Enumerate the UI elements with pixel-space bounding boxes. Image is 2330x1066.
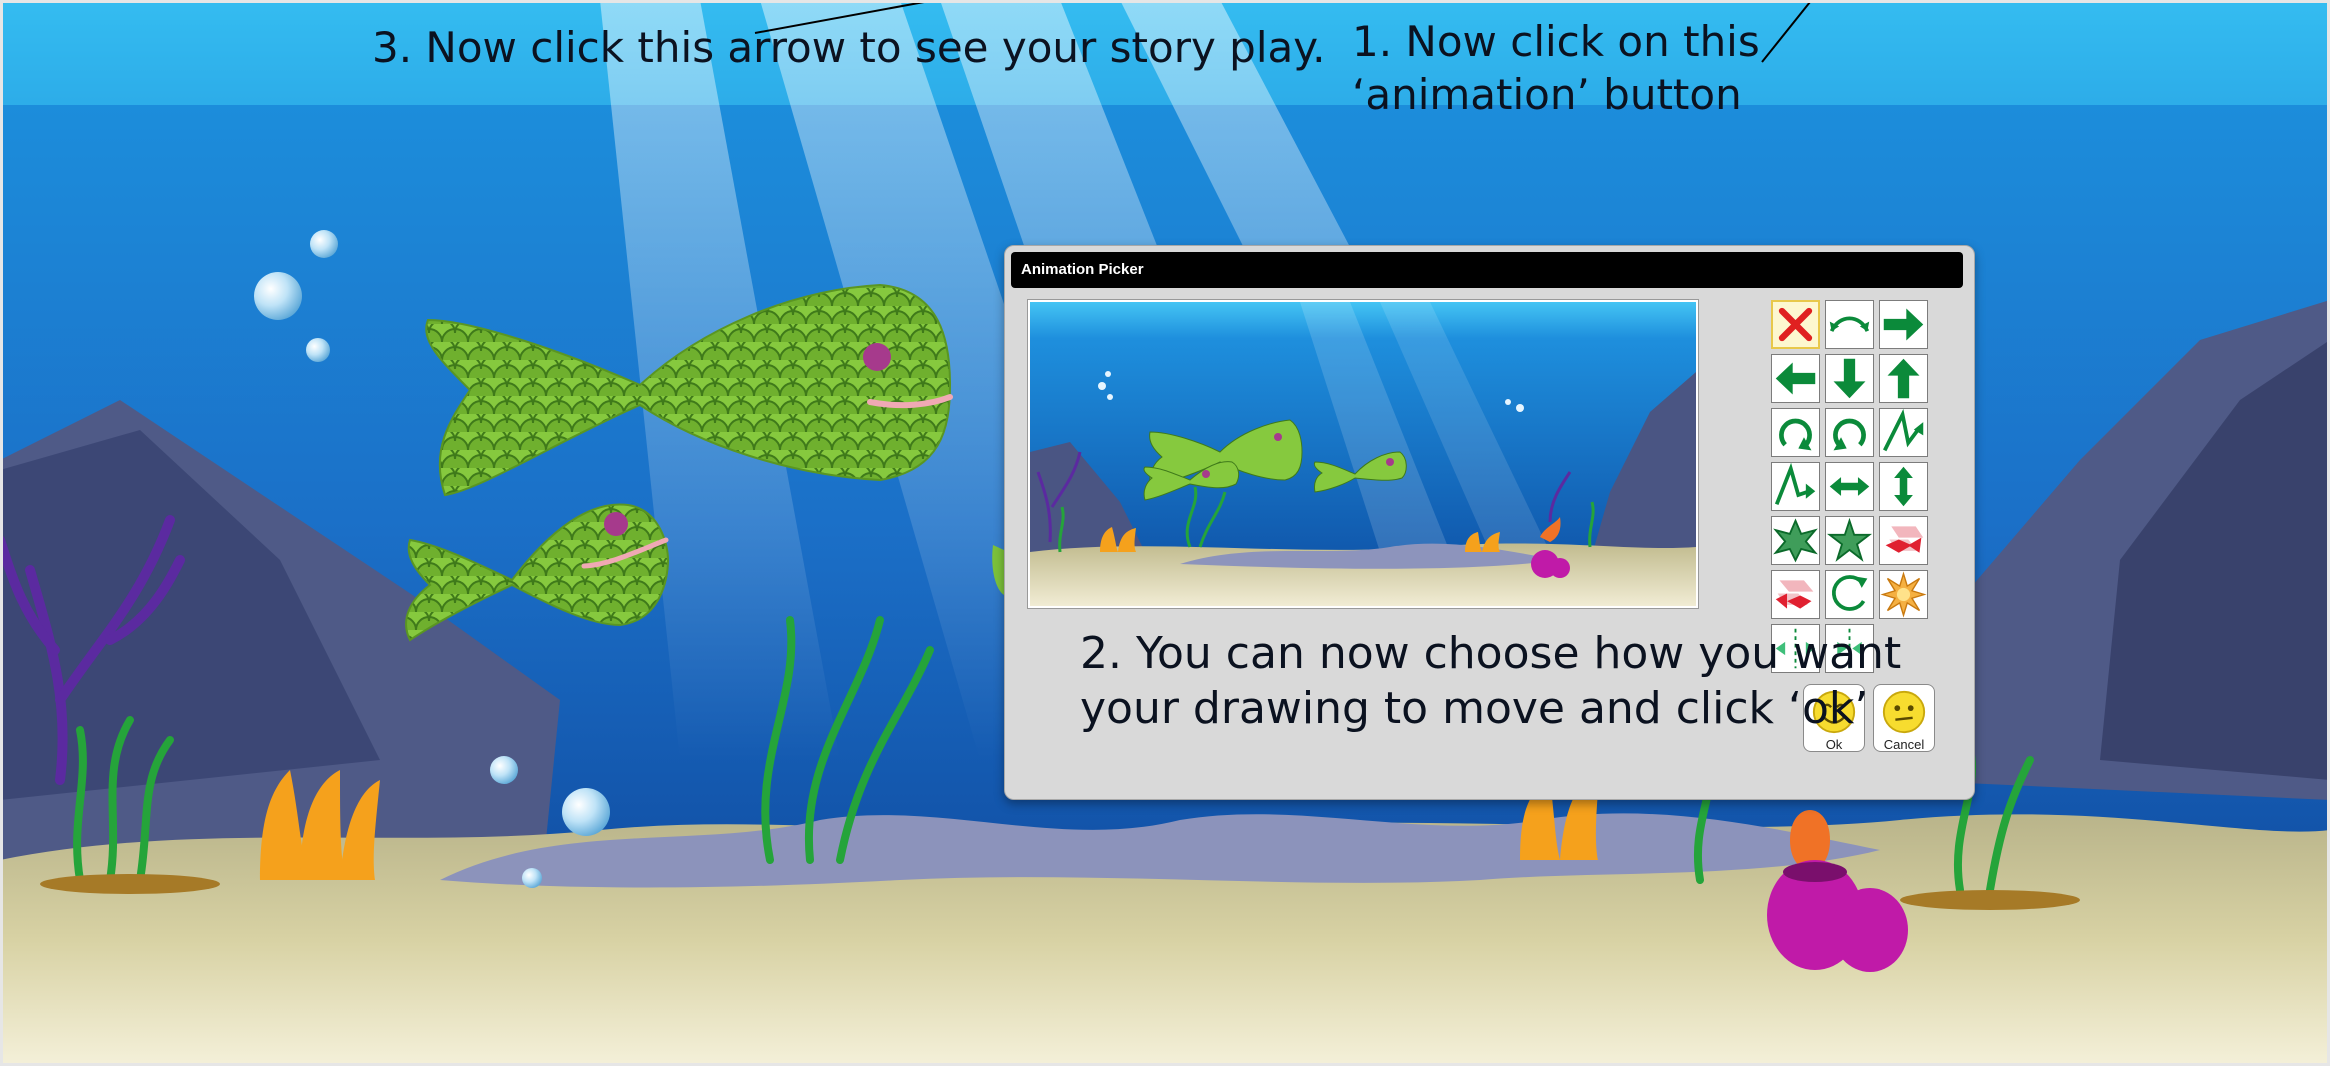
vertical-bounce-icon: [1894, 466, 1913, 507]
fly-in-icon: [1885, 526, 1924, 553]
arc-animation-button[interactable]: [1825, 300, 1874, 349]
step3-callout: 3. Now click this arrow to see your stor…: [372, 23, 1326, 72]
zigzag-left-icon: [1774, 463, 1816, 506]
step1-callout: 1. Now click on this ‘animation’ button: [1352, 16, 1760, 121]
fly-in-button[interactable]: [1879, 516, 1928, 565]
step2-callout-line1: 2. You can now choose how you want: [1080, 628, 1902, 679]
horizontal-bounce-icon: [1829, 477, 1870, 496]
dialog-title: Animation Picker: [1011, 252, 1963, 288]
move-up-button[interactable]: [1879, 354, 1928, 403]
move-down-button[interactable]: [1825, 354, 1874, 403]
arc-arrow-icon: [1829, 316, 1870, 333]
arrow-up-icon: [1887, 358, 1920, 399]
spin-star-button[interactable]: [1771, 516, 1820, 565]
fly-out-icon: [1775, 580, 1814, 609]
move-left-button[interactable]: [1771, 354, 1820, 403]
explode-animation-button[interactable]: [1879, 570, 1928, 619]
no-animation-button[interactable]: [1771, 300, 1820, 349]
horizontal-bounce-button[interactable]: [1825, 462, 1874, 511]
circle-animation-button[interactable]: [1825, 570, 1874, 619]
zigzag-right-button[interactable]: [1879, 408, 1928, 457]
fly-out-button[interactable]: [1771, 570, 1820, 619]
arrow-left-icon: [1775, 362, 1816, 395]
step1-callout-line2: ‘animation’ button: [1352, 69, 1742, 119]
red-x-icon: [1778, 307, 1813, 342]
arrow-down-icon: [1833, 358, 1866, 399]
step1-callout-line1: 1. Now click on this: [1352, 17, 1760, 66]
zigzag-left-button[interactable]: [1771, 462, 1820, 511]
grow-star-button[interactable]: [1825, 516, 1874, 565]
step2-callout-line2: your drawing to move and click ‘ok’: [1080, 683, 1869, 734]
circle-arrow-icon: [1831, 575, 1868, 611]
rotate-counterclockwise-icon: [1833, 418, 1866, 451]
scene-preview: [1028, 300, 1698, 608]
arrow-right-icon: [1883, 308, 1924, 341]
cancel-label: Cancel: [1883, 737, 1925, 752]
rotate-counterclockwise-button[interactable]: [1825, 408, 1874, 457]
vertical-bounce-button[interactable]: [1879, 462, 1928, 511]
rotate-clockwise-icon: [1779, 418, 1812, 451]
ok-label: Ok: [1825, 737, 1843, 752]
move-right-button[interactable]: [1879, 300, 1928, 349]
zigzag-right-icon: [1883, 409, 1924, 452]
burst-icon: [1880, 571, 1927, 618]
spin-star-icon: [1773, 518, 1818, 563]
grow-star-icon: [1826, 517, 1873, 562]
step2-callout: 2. You can now choose how you want your …: [1080, 626, 1901, 736]
rotate-clockwise-button[interactable]: [1771, 408, 1820, 457]
